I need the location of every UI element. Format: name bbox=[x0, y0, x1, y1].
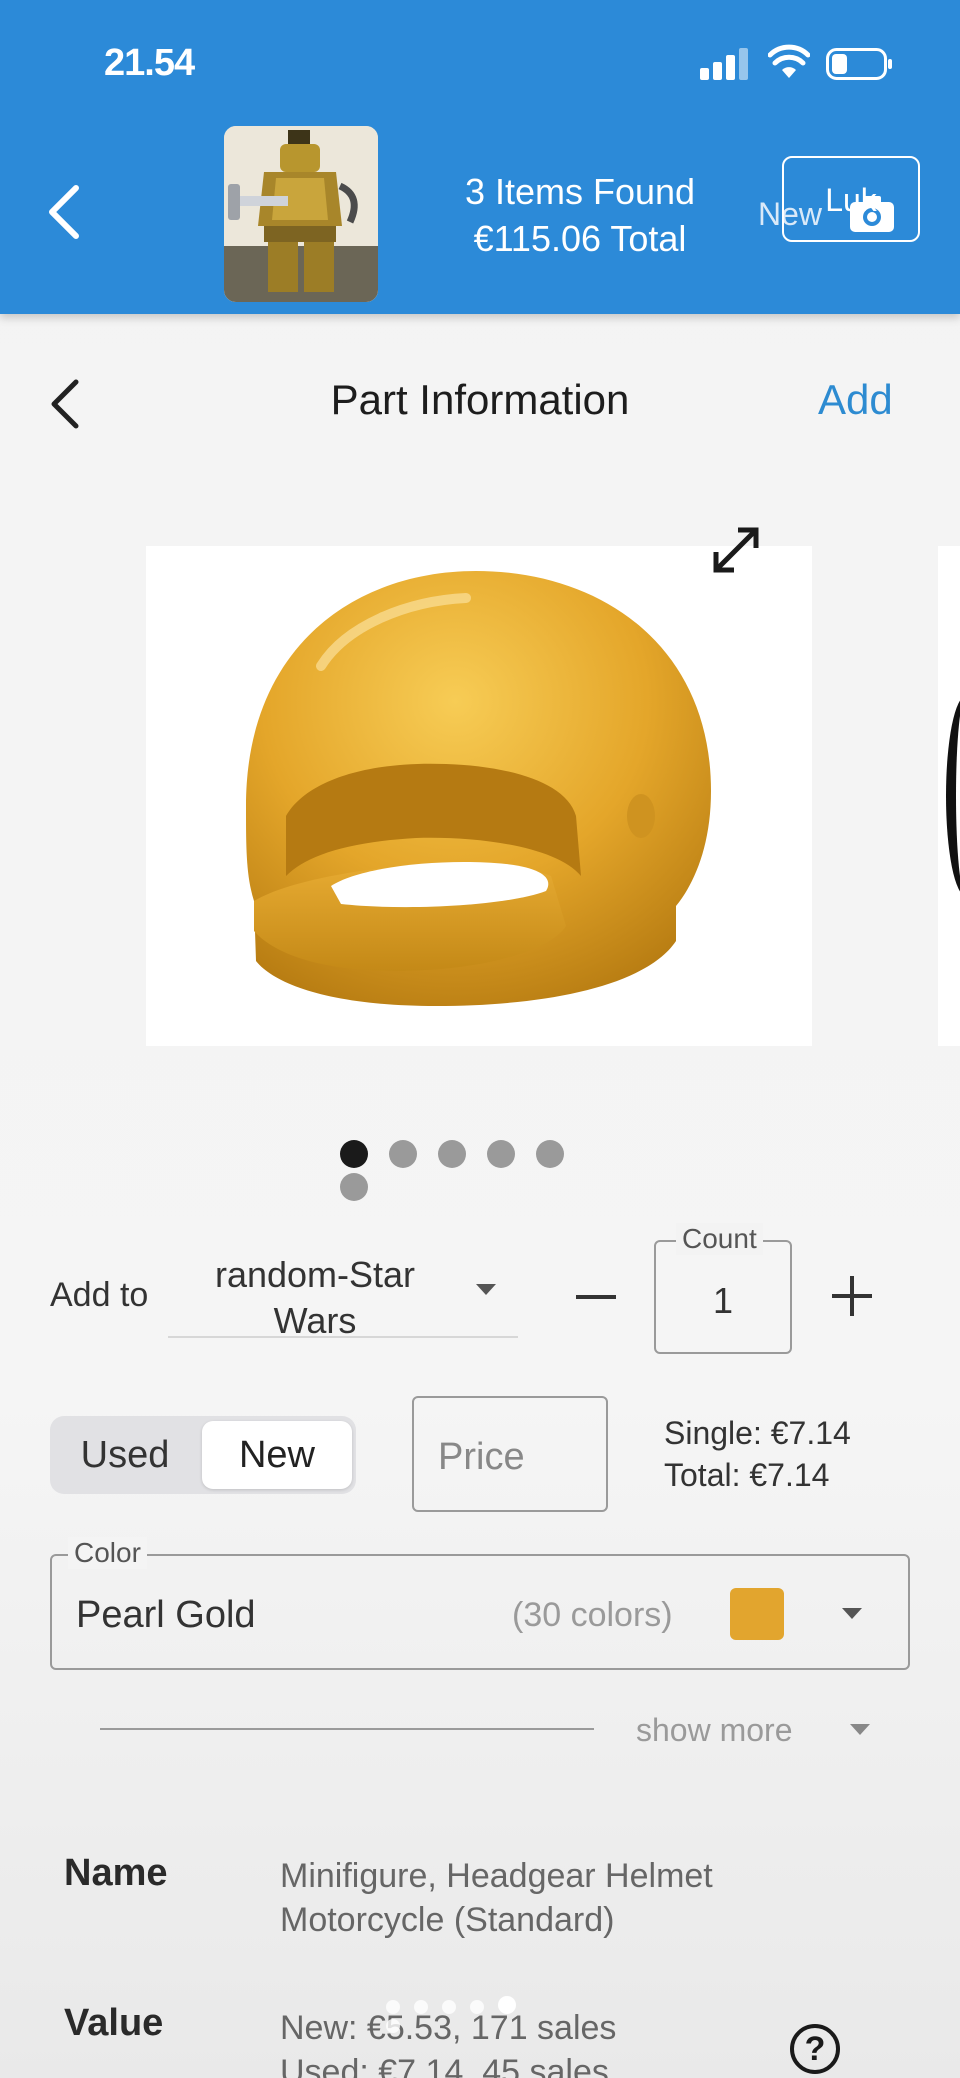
carousel-dot[interactable] bbox=[340, 1173, 368, 1201]
divider bbox=[100, 1728, 594, 1730]
condition-new-option[interactable]: New bbox=[202, 1421, 352, 1489]
show-more-button[interactable]: show more bbox=[636, 1712, 793, 1749]
cellular-signal-icon bbox=[700, 48, 748, 80]
chevron-down-icon bbox=[842, 1608, 862, 1619]
back-button[interactable] bbox=[48, 376, 84, 432]
page-dot bbox=[442, 2000, 456, 2014]
color-value: Pearl Gold bbox=[76, 1594, 256, 1636]
color-select[interactable]: Color Pearl Gold (30 colors) bbox=[50, 1537, 910, 1670]
increment-button[interactable] bbox=[832, 1276, 872, 1316]
items-found-summary: 3 Items Found €115.06 Total bbox=[440, 168, 720, 262]
count-value: 1 bbox=[712, 1280, 734, 1321]
page-dot bbox=[470, 2000, 484, 2014]
chevron-down-icon[interactable] bbox=[850, 1724, 870, 1735]
items-total-price: €115.06 Total bbox=[473, 218, 687, 259]
next-image-peek[interactable] bbox=[938, 546, 960, 1046]
count-field[interactable]: Count 1 bbox=[654, 1223, 792, 1354]
chevron-down-icon bbox=[476, 1284, 496, 1295]
carousel-dot[interactable] bbox=[389, 1140, 417, 1168]
header-back-button[interactable] bbox=[44, 182, 84, 242]
page-dot bbox=[498, 1996, 516, 2014]
screen: 21.54 3 Items Found €115.06 Total New Lu… bbox=[0, 0, 960, 2078]
wifi-icon bbox=[768, 44, 810, 78]
color-label: Color bbox=[68, 1537, 147, 1569]
count-label: Count bbox=[676, 1223, 763, 1255]
name-line-1: Minifigure, Headgear Helmet bbox=[280, 1857, 713, 1895]
price-summary: Single: €7.14 Total: €7.14 bbox=[664, 1412, 851, 1496]
collection-select[interactable]: random-Star Wars bbox=[168, 1252, 518, 1341]
add-to-label: Add to bbox=[50, 1276, 149, 1314]
carousel-dot[interactable] bbox=[487, 1140, 515, 1168]
carousel-dot[interactable] bbox=[536, 1140, 564, 1168]
color-swatch bbox=[730, 1588, 784, 1640]
price-placeholder: Price bbox=[438, 1436, 525, 1478]
decrement-button[interactable] bbox=[576, 1295, 616, 1299]
total-price: Total: €7.14 bbox=[664, 1457, 830, 1493]
items-found-count: 3 Items Found bbox=[464, 171, 696, 212]
page-title: Part Information bbox=[330, 376, 630, 423]
battery-icon bbox=[826, 48, 892, 80]
help-icon[interactable]: ? bbox=[790, 2024, 840, 2074]
value-used: Used: €7.14, 45 sales bbox=[280, 2053, 609, 2078]
carousel-dot[interactable] bbox=[340, 1140, 368, 1168]
expand-icon[interactable] bbox=[706, 520, 766, 580]
status-time: 21.54 bbox=[104, 42, 195, 84]
page-dot bbox=[414, 2000, 428, 2014]
part-image[interactable] bbox=[146, 546, 812, 1046]
value-value: New: €5.53, 171 sales Used: €7.14, 45 sa… bbox=[280, 2006, 616, 2078]
add-button[interactable]: Add bbox=[818, 376, 893, 424]
carousel-dots[interactable] bbox=[340, 1140, 630, 1201]
single-price: Single: €7.14 bbox=[664, 1415, 851, 1451]
story-page-indicator bbox=[386, 1996, 556, 2033]
minifigure-thumbnail[interactable] bbox=[224, 126, 378, 302]
results-header: 21.54 3 Items Found €115.06 Total New Lu… bbox=[0, 0, 960, 314]
name-value: Minifigure, Headgear Helmet Motorcycle (… bbox=[280, 1854, 713, 1942]
name-key: Name bbox=[64, 1852, 168, 1894]
collection-value: random-Star Wars bbox=[214, 1254, 416, 1341]
color-count: (30 colors) bbox=[512, 1596, 673, 1634]
carousel-dot[interactable] bbox=[438, 1140, 466, 1168]
value-key: Value bbox=[64, 2002, 164, 2044]
condition-toggle[interactable]: Used New bbox=[50, 1416, 356, 1494]
page-dot bbox=[386, 2019, 400, 2033]
close-overlay-button[interactable]: Luk bbox=[782, 156, 920, 242]
name-line-2: Motorcycle (Standard) bbox=[280, 1901, 615, 1939]
helmet-image bbox=[246, 571, 711, 1006]
page-dot bbox=[386, 2000, 400, 2014]
price-input[interactable]: Price bbox=[412, 1396, 608, 1512]
condition-used-option[interactable]: Used bbox=[50, 1416, 200, 1494]
